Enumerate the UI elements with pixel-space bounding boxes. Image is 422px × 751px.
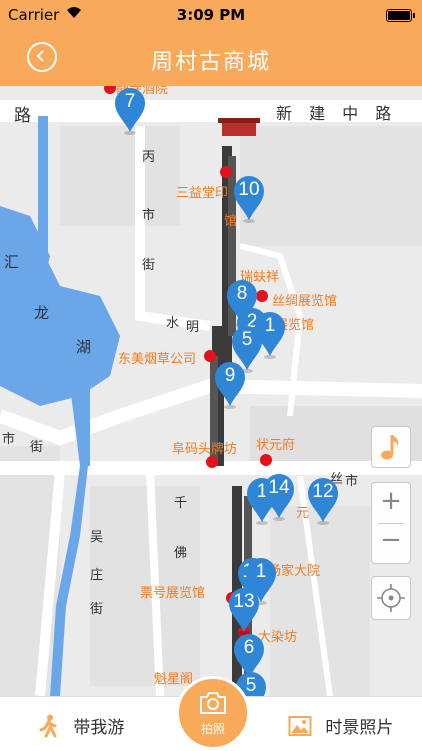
battery-icon <box>386 9 415 22</box>
road-label-shi-left: 市 <box>2 432 16 447</box>
page-title: 周村古商城 <box>150 50 271 75</box>
camera-button[interactable]: 拍照 <box>176 676 250 750</box>
water-label-long: 龙 <box>34 304 50 322</box>
map-pin-14[interactable]: 14 <box>262 472 296 522</box>
road-label-qian: 千 <box>174 496 188 511</box>
road-label-jie-left: 街 <box>30 440 44 455</box>
map-pin-number: 12 <box>312 481 334 502</box>
locate-button[interactable] <box>371 576 411 620</box>
map-pin-13[interactable]: 13 <box>227 586 261 636</box>
map-pin-number: 14 <box>268 477 290 498</box>
poi-label-kuixing[interactable]: 魁星阁 <box>154 668 193 687</box>
road-label-yan: 吴 <box>90 530 104 545</box>
road-label-ming: 明 <box>186 320 200 335</box>
zoom-in-button[interactable]: + <box>372 486 410 516</box>
locate-icon <box>377 584 405 612</box>
map-pin-number: 8 <box>236 283 248 304</box>
status-bar: Carrier 3:09 PM <box>0 0 422 30</box>
poi-label-fumatou[interactable]: 阜码头牌坊 <box>172 438 237 457</box>
map-pin-number: 10 <box>238 179 260 200</box>
poi-dot[interactable] <box>220 166 232 178</box>
poi-dot[interactable] <box>206 456 218 468</box>
road-label-shi3: 市 <box>345 474 359 489</box>
map-pin-number: 5 <box>241 329 253 350</box>
map-pin-9[interactable]: 9 <box>213 360 247 410</box>
map-pin-number: 13 <box>233 591 255 612</box>
image-icon <box>288 715 312 742</box>
poi-dot[interactable] <box>260 454 272 466</box>
guide-label: 带我游 <box>73 718 125 738</box>
road-label-lu: 路 <box>14 106 31 126</box>
map-base <box>0 86 422 696</box>
camera-icon <box>200 692 226 714</box>
map-pin-number: 9 <box>224 365 236 386</box>
road-label-fo: 佛 <box>174 546 188 561</box>
map-view[interactable]: 新 建 中 路 路 丙 市 街 水 明 汇 龙 湖 市 街 千 佛 吴 庄 街 … <box>0 86 422 696</box>
map-pin-12[interactable]: 12 <box>306 476 340 526</box>
guide-tab[interactable]: 带我游 <box>38 713 124 743</box>
divider <box>378 523 404 524</box>
zoom-out-button[interactable]: − <box>372 525 410 555</box>
road-label-xinjianzhong: 新 建 中 路 <box>276 104 398 123</box>
walking-person-icon <box>38 714 60 743</box>
road-label-jie: 街 <box>142 258 156 273</box>
zoom-control: + − <box>371 482 411 564</box>
road-label-jie-bottom: 街 <box>90 602 104 617</box>
road-label-shi: 市 <box>142 208 156 223</box>
music-note-icon <box>381 435 399 460</box>
poi-label-sichou[interactable]: 丝绸展览馆 <box>272 290 337 309</box>
map-pin-number: 1 <box>255 561 267 582</box>
water-label-hu: 湖 <box>76 338 92 356</box>
map-pin-number: 7 <box>124 91 136 112</box>
poi-label-sanyitang[interactable]: 三益堂印 <box>176 182 228 201</box>
road-label-zhuang: 庄 <box>90 568 104 583</box>
status-time: 3:09 PM <box>176 6 246 24</box>
photos-tab[interactable]: 时景照片 <box>288 713 393 742</box>
poi-label-piaohao[interactable]: 票号展览馆 <box>140 582 205 601</box>
nav-bar: 周村古商城 <box>0 30 422 86</box>
photos-label: 时景照片 <box>325 718 394 738</box>
map-pin-10[interactable]: 10 <box>232 174 266 224</box>
road-label-bing: 丙 <box>142 150 156 165</box>
map-pin-7[interactable]: 7 <box>113 86 147 136</box>
poi-label-zhuangyuan[interactable]: 状元府 <box>256 434 295 453</box>
poi-label-yancao[interactable]: 东美烟草公司 <box>118 348 196 367</box>
map-pin-number: 6 <box>243 637 255 658</box>
road-label-shui: 水 <box>166 316 180 331</box>
music-button[interactable] <box>371 426 411 468</box>
water-label-hui: 汇 <box>4 253 20 271</box>
camera-label: 拍照 <box>200 722 225 736</box>
